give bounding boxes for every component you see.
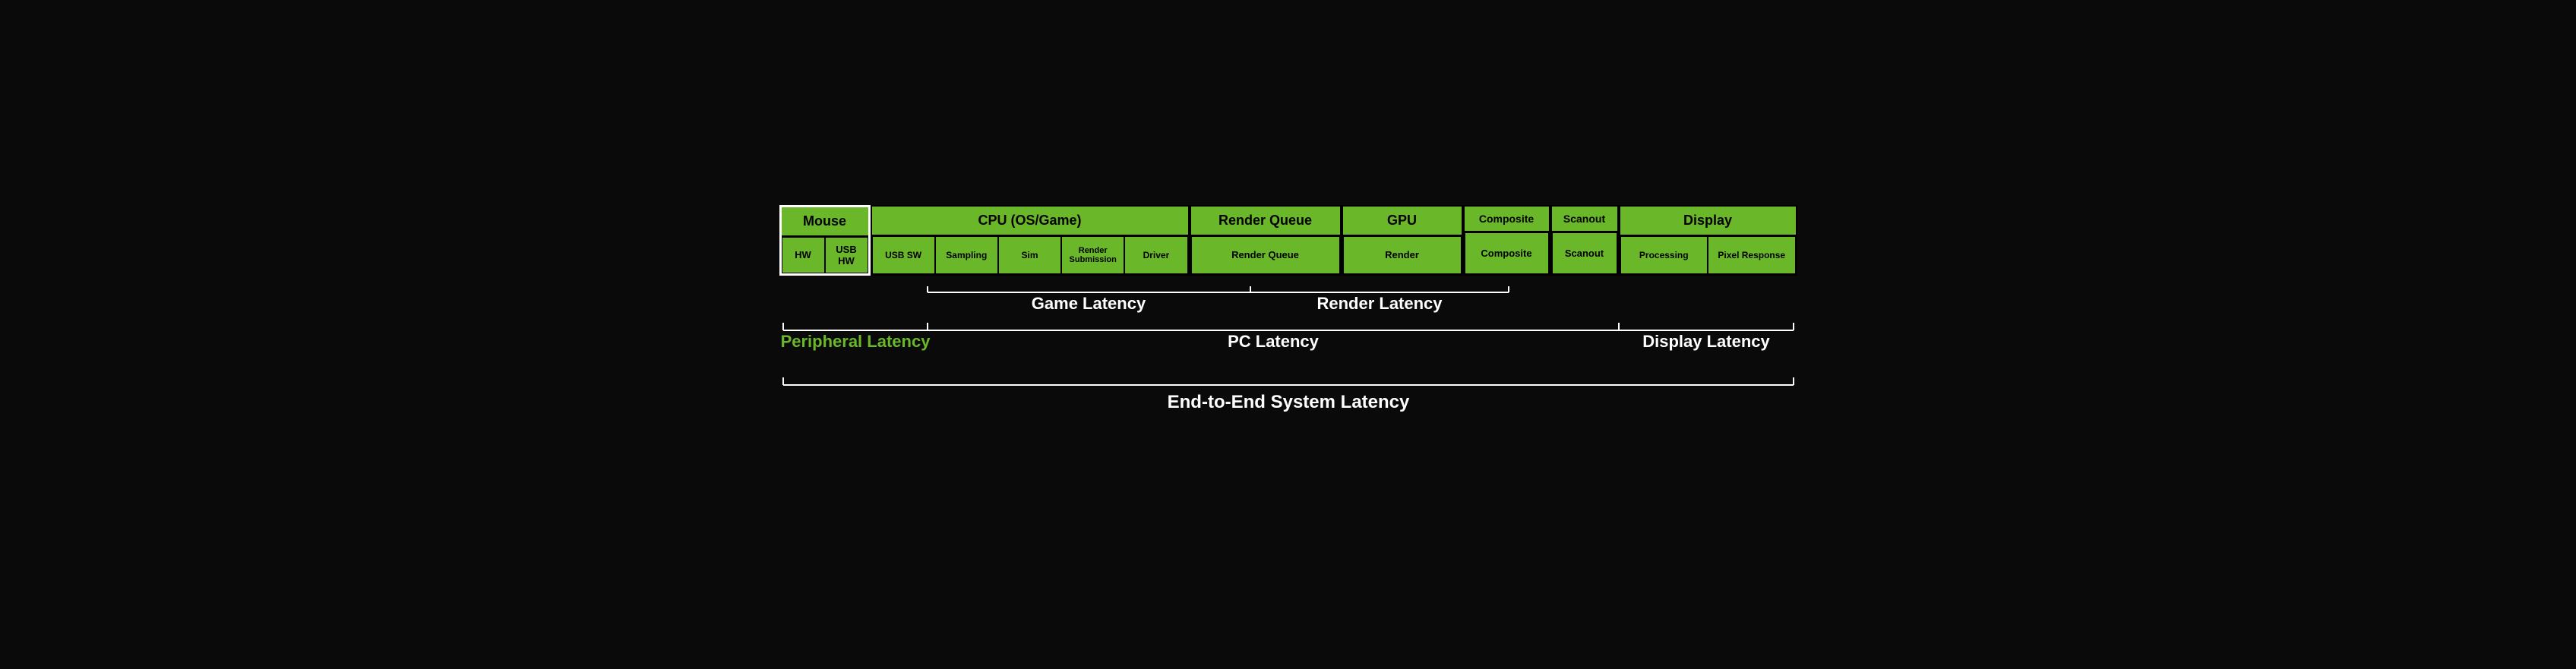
cpu-title: CPU (OS/Game) <box>872 207 1188 236</box>
gpu-cell: Render <box>1343 236 1462 274</box>
brackets-svg: Game Latency Render Latency Peripheral L… <box>779 279 1797 446</box>
mouse-title: Mouse <box>782 207 868 237</box>
cpu-cell-3: Render Submission <box>1061 236 1124 274</box>
display-group: Display Processing Pixel Response <box>1619 205 1797 276</box>
gpu-title: GPU <box>1343 207 1462 236</box>
render-queue-cell: Render Queue <box>1191 236 1340 274</box>
peripheral-latency-label: Peripheral Latency <box>780 332 931 351</box>
mouse-hw-cell: HW <box>782 237 825 273</box>
mouse-usb-hw-cell: USB HW <box>825 237 868 273</box>
composite-group: Composite Composite <box>1463 205 1550 276</box>
cpu-cell-1: Sampling <box>935 236 998 274</box>
scanout-cell: Scanout <box>1552 232 1617 274</box>
mouse-group: Mouse HW USB HW <box>779 205 871 276</box>
cpu-cell-2: Sim <box>998 236 1061 274</box>
blocks-row: Mouse HW USB HW CPU (OS/Game) USB SW Sam… <box>779 205 1797 276</box>
render-latency-label: Render Latency <box>1316 294 1443 313</box>
composite-title: Composite <box>1465 207 1549 232</box>
cpu-cell-0: USB SW <box>872 236 935 274</box>
render-queue-title: Render Queue <box>1191 207 1340 236</box>
display-bottom: Processing Pixel Response <box>1620 236 1796 274</box>
cpu-bottom: USB SW Sampling Sim Render Submission Dr… <box>872 236 1188 274</box>
display-cell-1: Pixel Response <box>1708 236 1796 274</box>
game-latency-label: Game Latency <box>1031 294 1146 313</box>
composite-cell: Composite <box>1465 232 1549 274</box>
display-cell-0: Processing <box>1620 236 1708 274</box>
gpu-group: GPU Render <box>1342 205 1463 276</box>
display-latency-label: Display Latency <box>1642 332 1770 351</box>
scanout-group: Scanout Scanout <box>1550 205 1619 276</box>
end-to-end-latency-label: End-to-End System Latency <box>1167 392 1409 412</box>
diagram-container: Mouse HW USB HW CPU (OS/Game) USB SW Sam… <box>757 190 1820 480</box>
cpu-cell-4: Driver <box>1124 236 1187 274</box>
scanout-title: Scanout <box>1552 207 1617 232</box>
mouse-bottom: HW USB HW <box>782 237 868 273</box>
display-title: Display <box>1620 207 1796 236</box>
pc-latency-label: PC Latency <box>1228 332 1320 351</box>
cpu-group: CPU (OS/Game) USB SW Sampling Sim Render… <box>871 205 1190 276</box>
render-queue-group: Render Queue Render Queue <box>1190 205 1342 276</box>
